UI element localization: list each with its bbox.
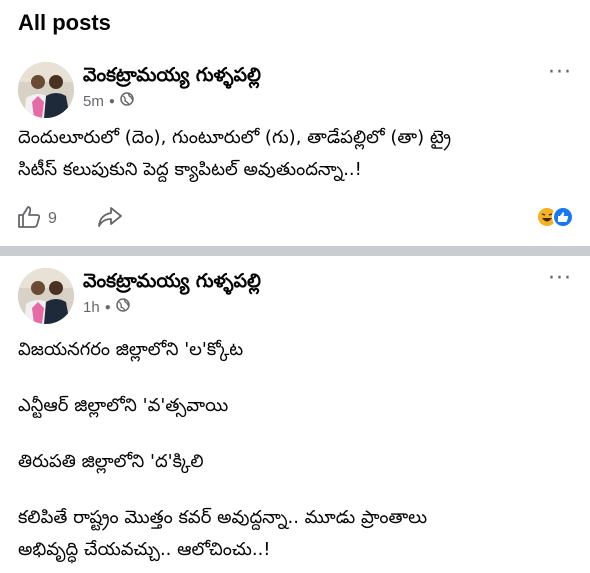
thumbs-up-icon bbox=[16, 204, 42, 234]
post-text-line: ఎన్టీఆర్ జిల్లాలోని 'వ'త్సవాయి bbox=[18, 395, 229, 416]
meta-separator: ● bbox=[108, 95, 115, 107]
share-icon bbox=[96, 207, 124, 234]
post-time[interactable]: 1h bbox=[83, 299, 100, 316]
post-text-line: సిటీస్ కలుపుకుని పెద్ద క్యాపిటల్ అవుతుంద… bbox=[18, 159, 362, 180]
globe-icon bbox=[115, 298, 130, 316]
author-name[interactable]: వెంకట్రామయ్య గుళ్ళపల్లి bbox=[83, 270, 261, 297]
post-separator bbox=[0, 246, 590, 256]
post-actions: 9 bbox=[0, 200, 590, 236]
page-title: All posts bbox=[18, 10, 111, 35]
post-text-line: దెందులూరులో (దెం), గుంటూరులో (గు), తాడేప… bbox=[18, 127, 452, 148]
like-count: 9 bbox=[48, 210, 57, 227]
like-icon bbox=[552, 206, 574, 228]
post-meta: 5m ● bbox=[83, 92, 134, 110]
post-card: వెంకట్రామయ్య గుళ్ళపల్లి 5m ● ··· దెందులూ… bbox=[0, 50, 590, 246]
post-card: వెంకట్రామయ్య గుళ్ళపల్లి 1h ● ··· విజయనగర… bbox=[0, 256, 590, 573]
like-button[interactable]: 9 bbox=[16, 204, 57, 234]
share-button[interactable] bbox=[96, 204, 124, 234]
more-options-icon[interactable]: ··· bbox=[548, 62, 572, 84]
post-text-line: విజయనగరం జిల్లాలోని 'ల'క్కోట bbox=[18, 339, 244, 360]
more-options-icon[interactable]: ··· bbox=[548, 268, 572, 290]
reaction-summary[interactable] bbox=[536, 206, 574, 228]
avatar[interactable] bbox=[18, 268, 74, 324]
post-text-line: తిరుపతి జిల్లాలోని 'ద'క్కిలి bbox=[18, 451, 204, 472]
post-text-line: అభివృద్ధి చేయవచ్చు.. ఆలోచించు..! bbox=[18, 539, 271, 560]
author-name[interactable]: వెంకట్రామయ్య గుళ్ళపల్లి bbox=[83, 64, 261, 91]
globe-icon bbox=[120, 92, 134, 110]
post-text-line: కలిపితే రాష్ట్రం మొత్తం కవర్ అవుద్దన్నా.… bbox=[18, 507, 428, 528]
avatar[interactable] bbox=[18, 62, 74, 118]
post-time[interactable]: 5m bbox=[83, 93, 104, 110]
meta-separator: ● bbox=[104, 301, 111, 313]
post-meta: 1h ● bbox=[83, 298, 130, 316]
